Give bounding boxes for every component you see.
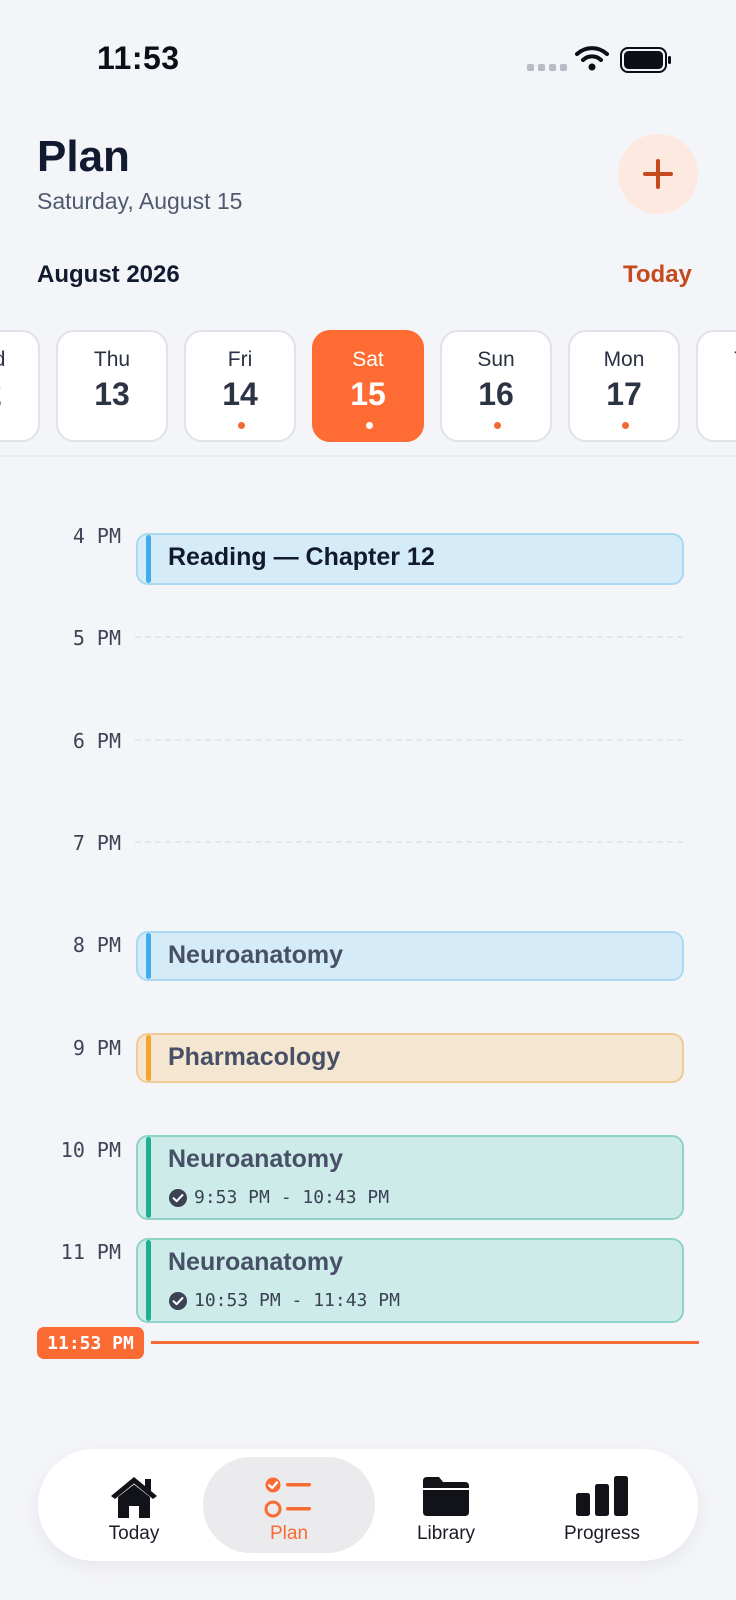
add-button[interactable]	[618, 134, 698, 214]
hour-label: 7 PM	[72, 831, 121, 855]
event-time: 9:53 PM - 10:43 PM	[194, 1187, 390, 1208]
hour-gridline	[135, 636, 683, 638]
event-accent-bar	[146, 1035, 151, 1081]
home-icon	[111, 1477, 157, 1518]
day-name: Sat	[352, 348, 384, 371]
hour-label: 5 PM	[72, 626, 121, 650]
day-number: 16	[478, 376, 514, 412]
event-accent-bar	[146, 535, 151, 583]
today-button[interactable]: Today	[623, 261, 692, 289]
month-label: August 2026	[37, 261, 180, 288]
day-strip[interactable]: Wed 12 Thu 13 Fri 14 Sat 15 Sun 16 Mon 1…	[0, 330, 736, 442]
day-card[interactable]: Wed 12	[0, 330, 40, 442]
event-accent-bar	[146, 1240, 151, 1321]
event-title: Neuroanatomy	[168, 941, 344, 969]
day-number: 17	[606, 376, 642, 412]
event-block[interactable]: Neuroanatomy	[136, 931, 684, 981]
event-title: Reading — Chapter 12	[168, 543, 435, 571]
status-time: 11:53	[97, 40, 180, 76]
event-dot	[622, 422, 629, 429]
event-accent-bar	[146, 933, 151, 979]
day-card[interactable]: Thu 13	[56, 330, 168, 442]
tab-plan[interactable]: Plan	[203, 1457, 375, 1553]
day-name: Tue	[698, 348, 736, 372]
day-number: 12	[0, 376, 38, 413]
current-time-badge: 11:53 PM	[37, 1327, 144, 1359]
page-title: Plan	[37, 132, 130, 181]
event-time-row: 9:53 PM - 10:43 PM	[168, 1187, 389, 1208]
day-card[interactable]: Sun 16	[440, 330, 552, 442]
hour-gridline	[135, 841, 683, 843]
hour-label: 10 PM	[60, 1138, 121, 1162]
day-card-selected[interactable]: Sat 15	[312, 330, 424, 442]
tab-bar: Today Plan Library Progress	[38, 1449, 698, 1561]
hour-label: 6 PM	[72, 729, 121, 753]
checklist-icon	[264, 1477, 311, 1518]
check-circle-icon	[169, 1291, 187, 1310]
day-name: Mon	[603, 348, 645, 371]
event-time-row: 10:53 PM - 11:43 PM	[168, 1290, 400, 1311]
current-time-line	[151, 1341, 699, 1344]
hour-label: 9 PM	[72, 1036, 121, 1060]
day-number: 15	[350, 376, 386, 412]
tab-progress[interactable]: Progress	[516, 1457, 688, 1553]
tab-library[interactable]: Library	[360, 1457, 532, 1553]
tab-today[interactable]: Today	[48, 1457, 220, 1553]
hour-label: 8 PM	[72, 933, 121, 957]
event-dot	[494, 422, 501, 429]
day-number: 13	[94, 376, 130, 412]
wifi-icon	[575, 46, 609, 71]
folder-icon	[423, 1477, 469, 1516]
tab-label: Progress	[563, 1523, 641, 1544]
day-name: Sun	[477, 348, 515, 371]
day-number: 18	[698, 376, 736, 413]
event-time: 10:53 PM - 11:43 PM	[194, 1290, 400, 1311]
event-block[interactable]: Pharmacology	[136, 1033, 684, 1083]
event-dot	[366, 422, 373, 429]
event-block[interactable]: Reading — Chapter 12	[136, 533, 684, 585]
event-title: Neuroanatomy	[168, 1248, 344, 1276]
day-name: Thu	[93, 348, 131, 371]
day-name: Fri	[227, 348, 253, 371]
battery-icon	[620, 47, 671, 73]
event-block[interactable]: Neuroanatomy 9:53 PM - 10:43 PM	[136, 1135, 684, 1220]
plus-icon	[643, 159, 673, 189]
tab-label: Plan	[269, 1523, 309, 1544]
bar-chart-icon	[576, 1476, 628, 1516]
event-title: Neuroanatomy	[168, 1145, 344, 1173]
cellular-signal-icon	[527, 64, 567, 71]
divider	[0, 455, 736, 457]
event-block[interactable]: Neuroanatomy 10:53 PM - 11:43 PM	[136, 1238, 684, 1323]
hour-label: 11 PM	[60, 1240, 121, 1264]
event-accent-bar	[146, 1137, 151, 1218]
day-card[interactable]: Tue 18	[696, 330, 736, 442]
event-dot	[238, 422, 245, 429]
day-name: Wed	[0, 348, 38, 372]
day-card[interactable]: Mon 17	[568, 330, 680, 442]
page-subtitle: Saturday, August 15	[37, 188, 243, 214]
tab-label: Library	[416, 1523, 476, 1544]
check-circle-icon	[169, 1188, 187, 1207]
tab-label: Today	[108, 1523, 160, 1544]
event-title: Pharmacology	[168, 1043, 341, 1071]
day-number: 14	[222, 376, 258, 412]
hour-label: 4 PM	[72, 524, 121, 548]
day-card[interactable]: Fri 14	[184, 330, 296, 442]
hour-gridline	[135, 739, 683, 741]
